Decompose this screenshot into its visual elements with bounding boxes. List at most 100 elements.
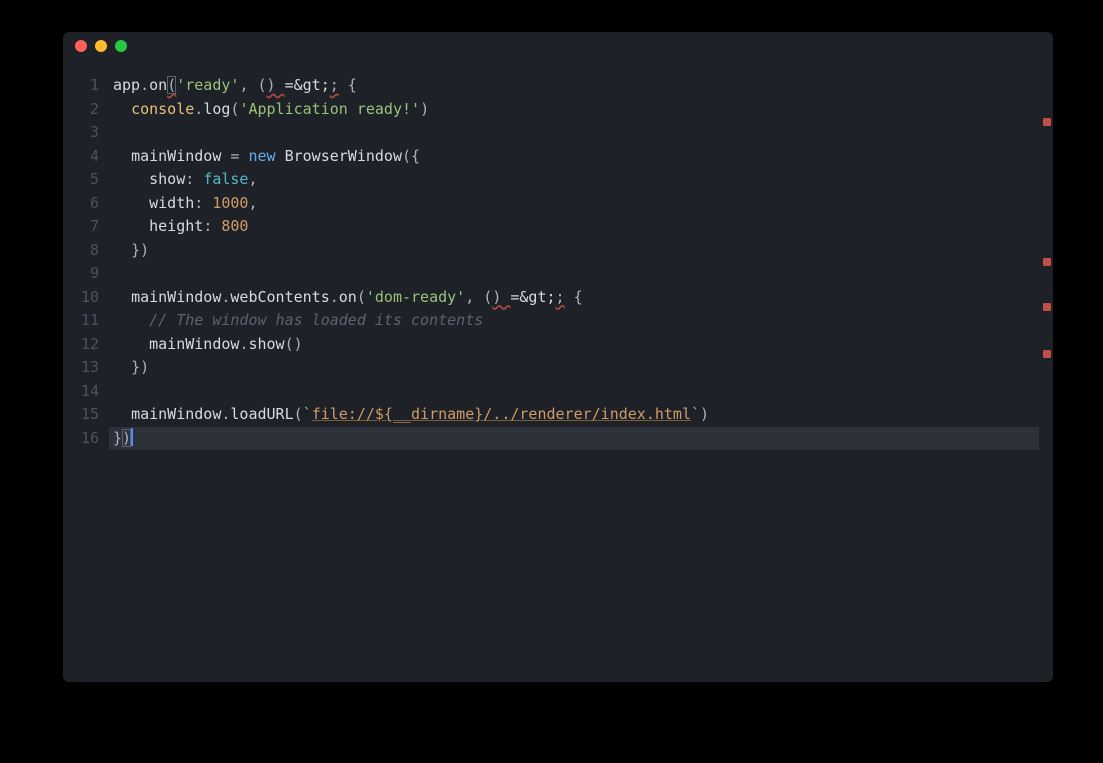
- titlebar[interactable]: [63, 32, 1053, 60]
- code-line[interactable]: width: 1000,: [113, 192, 1053, 216]
- code-line[interactable]: mainWindow.loadURL(`file://${__dirname}/…: [113, 403, 1053, 427]
- code-token: webContents: [230, 288, 329, 306]
- code-token: ): [294, 335, 303, 353]
- line-number: 12: [63, 333, 99, 357]
- code-token: 1000: [212, 194, 248, 212]
- line-number: 5: [63, 168, 99, 192]
- code-line[interactable]: console.log('Application ready!'): [113, 98, 1053, 122]
- code-line[interactable]: }): [113, 356, 1053, 380]
- code-token: ,: [239, 76, 257, 94]
- overview-ruler[interactable]: [1039, 60, 1053, 682]
- code-token: =&gt;: [510, 288, 555, 306]
- code-token: }: [474, 405, 483, 423]
- code-token: show: [248, 335, 284, 353]
- code-editor[interactable]: 1 2 3 4 5 6 7 8 9 10 11 12 13 14 15 16 a…: [63, 60, 1053, 682]
- editor-window: 1 2 3 4 5 6 7 8 9 10 11 12 13 14 15 16 a…: [63, 32, 1053, 682]
- code-token: file://${: [312, 405, 393, 423]
- line-number: 15: [63, 403, 99, 427]
- line-number: 8: [63, 239, 99, 263]
- code-token: console: [131, 100, 194, 118]
- indent: [113, 358, 131, 376]
- code-token: 'dom-ready': [366, 288, 465, 306]
- code-token: show: [149, 170, 185, 188]
- code-token: :: [203, 217, 221, 235]
- code-token: 800: [221, 217, 248, 235]
- code-line[interactable]: }): [113, 239, 1053, 263]
- code-token: ): [420, 100, 429, 118]
- close-icon[interactable]: [75, 40, 87, 52]
- code-token: loadURL: [230, 405, 293, 423]
- code-line[interactable]: // The window has loaded its contents: [113, 309, 1053, 333]
- code-area[interactable]: app.on('ready', () =&gt;; { console.log(…: [109, 60, 1053, 682]
- code-token: (: [294, 405, 303, 423]
- code-token: ): [700, 405, 709, 423]
- code-line[interactable]: height: 800: [113, 215, 1053, 239]
- line-number: 3: [63, 121, 99, 145]
- error-marker[interactable]: [1043, 350, 1051, 358]
- code-token: ,: [465, 288, 483, 306]
- code-line[interactable]: mainWindow.webContents.on('dom-ready', (…: [113, 286, 1053, 310]
- code-token: width: [149, 194, 194, 212]
- code-token: ): [140, 358, 149, 376]
- code-token: (: [258, 76, 267, 94]
- indent: [113, 288, 131, 306]
- code-token: {: [339, 76, 357, 94]
- code-token: :: [194, 194, 212, 212]
- code-line[interactable]: [113, 380, 1053, 404]
- code-token: /../renderer/index.html: [483, 405, 691, 423]
- code-token: ;: [330, 76, 339, 94]
- code-token: (: [402, 147, 411, 165]
- code-token: }: [113, 429, 122, 447]
- code-token: }: [131, 358, 140, 376]
- code-token: ,: [248, 170, 257, 188]
- indent: [113, 194, 149, 212]
- code-line[interactable]: }): [113, 427, 1053, 451]
- indent: [113, 405, 131, 423]
- indent: [113, 170, 149, 188]
- error-marker[interactable]: [1043, 118, 1051, 126]
- indent: [113, 217, 149, 235]
- indent: [113, 147, 131, 165]
- code-token: {: [565, 288, 583, 306]
- code-token: mainWindow: [131, 147, 221, 165]
- code-token: ): [492, 288, 510, 306]
- line-number: 9: [63, 262, 99, 286]
- code-token: `: [303, 405, 312, 423]
- line-number: 7: [63, 215, 99, 239]
- code-token: .: [194, 100, 203, 118]
- code-token: (: [167, 76, 176, 94]
- code-line[interactable]: show: false,: [113, 168, 1053, 192]
- minimize-icon[interactable]: [95, 40, 107, 52]
- code-token: ): [122, 429, 131, 447]
- code-token: (: [285, 335, 294, 353]
- line-number: 10: [63, 286, 99, 310]
- code-token: :: [185, 170, 203, 188]
- code-line[interactable]: mainWindow = new BrowserWindow({: [113, 145, 1053, 169]
- line-number-gutter: 1 2 3 4 5 6 7 8 9 10 11 12 13 14 15 16: [63, 60, 109, 682]
- code-token: (: [483, 288, 492, 306]
- code-token: app: [113, 76, 140, 94]
- line-number: 13: [63, 356, 99, 380]
- code-token: .: [140, 76, 149, 94]
- code-token: ;: [556, 288, 565, 306]
- code-token: (: [357, 288, 366, 306]
- code-token: BrowserWindow: [285, 147, 402, 165]
- error-marker[interactable]: [1043, 303, 1051, 311]
- code-line[interactable]: [113, 262, 1053, 286]
- code-line[interactable]: [113, 121, 1053, 145]
- indent: [113, 241, 131, 259]
- code-token: on: [339, 288, 357, 306]
- code-token: 'ready': [176, 76, 239, 94]
- line-number: 11: [63, 309, 99, 333]
- code-token: new: [248, 147, 275, 165]
- code-token: false: [203, 170, 248, 188]
- cursor-icon: [131, 428, 133, 446]
- indent: [113, 335, 149, 353]
- line-number: 2: [63, 98, 99, 122]
- zoom-icon[interactable]: [115, 40, 127, 52]
- code-token: ,: [248, 194, 257, 212]
- error-marker[interactable]: [1043, 258, 1051, 266]
- code-token: mainWindow: [131, 405, 221, 423]
- code-line[interactable]: app.on('ready', () =&gt;; {: [113, 74, 1053, 98]
- code-line[interactable]: mainWindow.show(): [113, 333, 1053, 357]
